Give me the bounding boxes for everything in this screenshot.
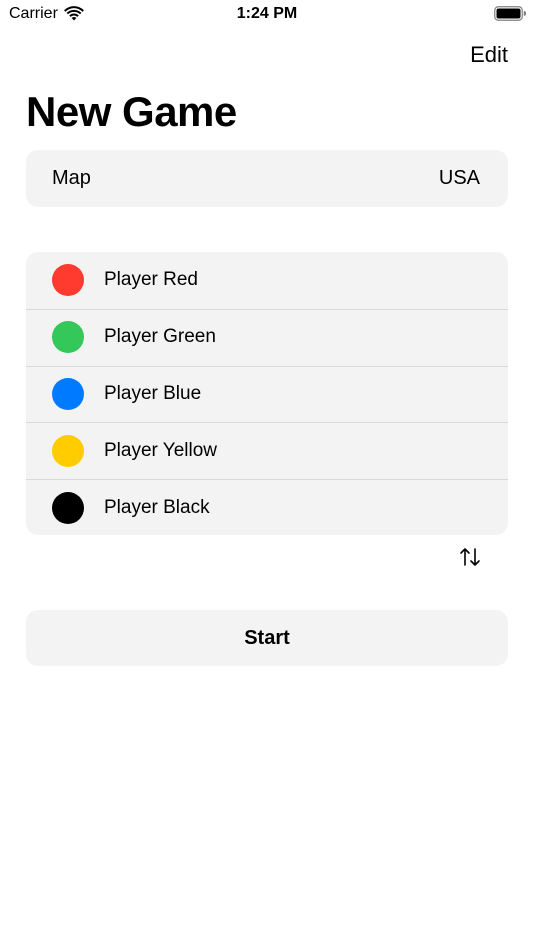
player-row-red[interactable]: Player Red: [26, 252, 508, 309]
player-color-dot: [52, 264, 84, 297]
player-list: Player Red Player Green Player Blue Play…: [26, 252, 508, 535]
map-label: Map: [52, 167, 91, 189]
player-name: Player Red: [104, 269, 198, 291]
map-value: USA: [438, 167, 480, 189]
player-color-dot: [52, 434, 84, 467]
player-name: Player Black: [104, 496, 210, 518]
player-color-dot: [52, 377, 84, 410]
player-color-dot: [52, 491, 84, 524]
player-row-blue[interactable]: Player Blue: [26, 365, 508, 423]
page-title: New Game: [26, 88, 237, 135]
battery-icon: [494, 6, 526, 21]
status-bar: Carrier 1:24 PM: [0, 0, 534, 30]
start-button[interactable]: Start: [26, 610, 508, 666]
edit-button[interactable]: Edit: [470, 42, 508, 68]
swap-vertical-icon[interactable]: [458, 545, 482, 569]
map-selector[interactable]: Map USA: [26, 150, 508, 207]
player-row-black[interactable]: Player Black: [26, 479, 508, 535]
player-name: Player Yellow: [104, 439, 218, 461]
player-name: Player Green: [104, 326, 216, 348]
player-row-green[interactable]: Player Green: [26, 308, 508, 366]
status-time: 1:24 PM: [236, 5, 298, 22]
player-color-dot: [52, 321, 84, 354]
player-row-yellow[interactable]: Player Yellow: [26, 422, 508, 479]
player-name: Player Blue: [104, 382, 202, 404]
